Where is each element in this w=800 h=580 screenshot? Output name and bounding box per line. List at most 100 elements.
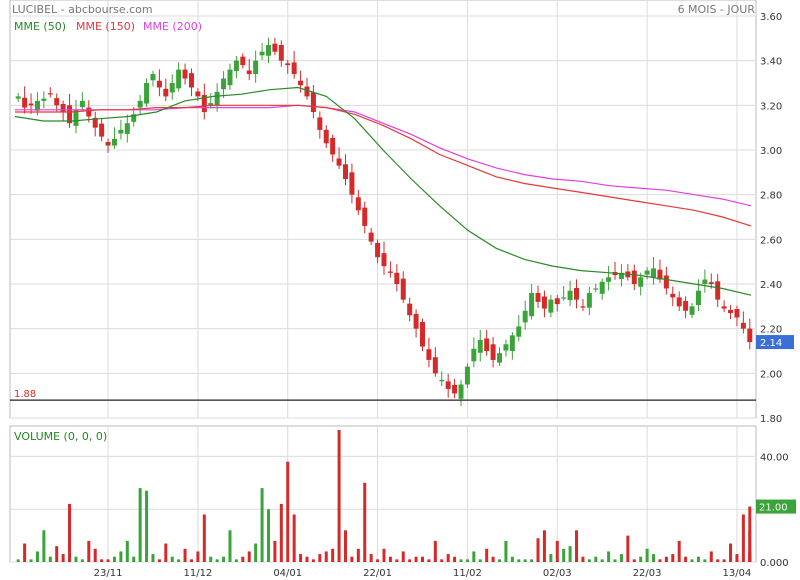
candle-body xyxy=(86,107,92,117)
volume-tick-label: 0.000 xyxy=(760,558,789,569)
candle-body xyxy=(689,306,695,315)
volume-bar xyxy=(177,559,181,562)
price-tick-label: 3.40 xyxy=(760,57,782,68)
date-tick-label: 04/01 xyxy=(273,568,302,579)
candle-body xyxy=(144,83,150,104)
volume-bar xyxy=(542,530,546,562)
volume-bar xyxy=(279,503,283,562)
volume-bar xyxy=(132,556,136,562)
volume-bar xyxy=(645,548,649,562)
candle-body xyxy=(176,69,182,89)
candle-body xyxy=(336,158,342,166)
candle-body xyxy=(246,70,252,75)
volume-bar xyxy=(388,556,392,562)
volume-bar xyxy=(68,503,72,562)
legend-mme50: MME (50) xyxy=(14,20,67,33)
volume-bar xyxy=(164,543,168,562)
candle-body xyxy=(310,92,316,113)
candle-body xyxy=(400,278,406,300)
candle-body xyxy=(362,207,368,226)
volume-bar xyxy=(401,551,405,562)
volume-bar xyxy=(266,509,270,562)
candle-body xyxy=(259,51,265,56)
volume-bar xyxy=(433,540,437,562)
date-tick-label: 22/01 xyxy=(363,568,392,579)
candle-body xyxy=(47,93,53,95)
candle-body xyxy=(490,344,496,360)
volume-bar xyxy=(671,554,675,562)
legend-mme150: MME (150) xyxy=(76,20,136,33)
price-tick-label: 2.60 xyxy=(760,235,782,246)
volume-bar xyxy=(709,551,713,562)
candle-body xyxy=(233,60,239,71)
candle-body xyxy=(458,384,464,399)
volume-bar xyxy=(703,559,707,562)
volume-bar xyxy=(652,554,656,562)
volume-legend: VOLUME (0, 0, 0) xyxy=(14,430,108,443)
volume-bar xyxy=(517,559,521,562)
candle-body xyxy=(702,279,708,284)
candle-body xyxy=(118,129,124,134)
candle-body xyxy=(342,164,348,180)
volume-bar xyxy=(311,559,315,562)
candle-body xyxy=(477,339,483,353)
period-label: 6 MOIS - JOUR xyxy=(677,3,755,16)
volume-bar xyxy=(106,559,110,562)
date-tick-label: 11/02 xyxy=(453,568,482,579)
volume-bar xyxy=(42,530,46,562)
volume-bar xyxy=(337,430,341,562)
candle-body xyxy=(317,117,323,130)
volume-bar xyxy=(446,554,450,562)
price-tick-label: 2.20 xyxy=(760,325,782,336)
volume-bar xyxy=(536,538,540,562)
volume-bar xyxy=(350,556,354,562)
chart-title: LUCIBEL - abcbourse.com xyxy=(12,3,153,16)
volume-bar xyxy=(748,506,752,562)
candle-body xyxy=(548,299,554,313)
volume-bar xyxy=(35,551,39,562)
volume-bar xyxy=(453,556,457,562)
volume-bar xyxy=(222,556,226,562)
candle-body xyxy=(676,297,682,307)
date-tick-label: 02/03 xyxy=(543,568,572,579)
volume-bar xyxy=(286,461,290,562)
candle-body xyxy=(111,138,117,146)
candle-body xyxy=(426,349,432,360)
volume-bar xyxy=(382,548,386,562)
candle-body xyxy=(394,272,400,284)
candle-body xyxy=(522,310,528,323)
volume-bar xyxy=(421,556,425,562)
volume-bar xyxy=(215,559,219,562)
volume-bar xyxy=(376,559,380,562)
volume-bar xyxy=(639,556,643,562)
candle-body xyxy=(105,141,111,146)
candle-body xyxy=(554,298,560,305)
volume-bar xyxy=(48,556,52,562)
candle-body xyxy=(272,43,278,52)
candle-body xyxy=(407,303,413,316)
volume-bar xyxy=(504,540,508,562)
volume-bar xyxy=(549,554,553,562)
volume-bar xyxy=(209,556,213,562)
candle-body xyxy=(349,172,355,195)
volume-bar xyxy=(29,559,33,562)
volume-bar xyxy=(318,554,322,562)
candle-body xyxy=(304,86,310,97)
volume-frame xyxy=(9,425,757,563)
candle-body xyxy=(586,292,592,308)
candle-body xyxy=(221,78,227,90)
volume-bar xyxy=(299,554,303,562)
volume-bar xyxy=(157,559,161,562)
volume-bar xyxy=(138,488,142,562)
candle-body xyxy=(464,366,470,385)
candle-body xyxy=(721,306,727,309)
volume-bar xyxy=(440,559,444,562)
volume-bar xyxy=(55,546,59,562)
volume-bar xyxy=(100,559,104,562)
candle-body xyxy=(240,56,246,66)
volume-bar xyxy=(613,559,617,562)
volume-bar xyxy=(594,556,598,562)
stock-chart: 3.60 3.40 3.20 3.00 2.80 2.60 2.40 2.20 2.00 1.80… xyxy=(9,0,796,579)
candle-body xyxy=(285,63,291,66)
volume-bar xyxy=(530,559,534,562)
